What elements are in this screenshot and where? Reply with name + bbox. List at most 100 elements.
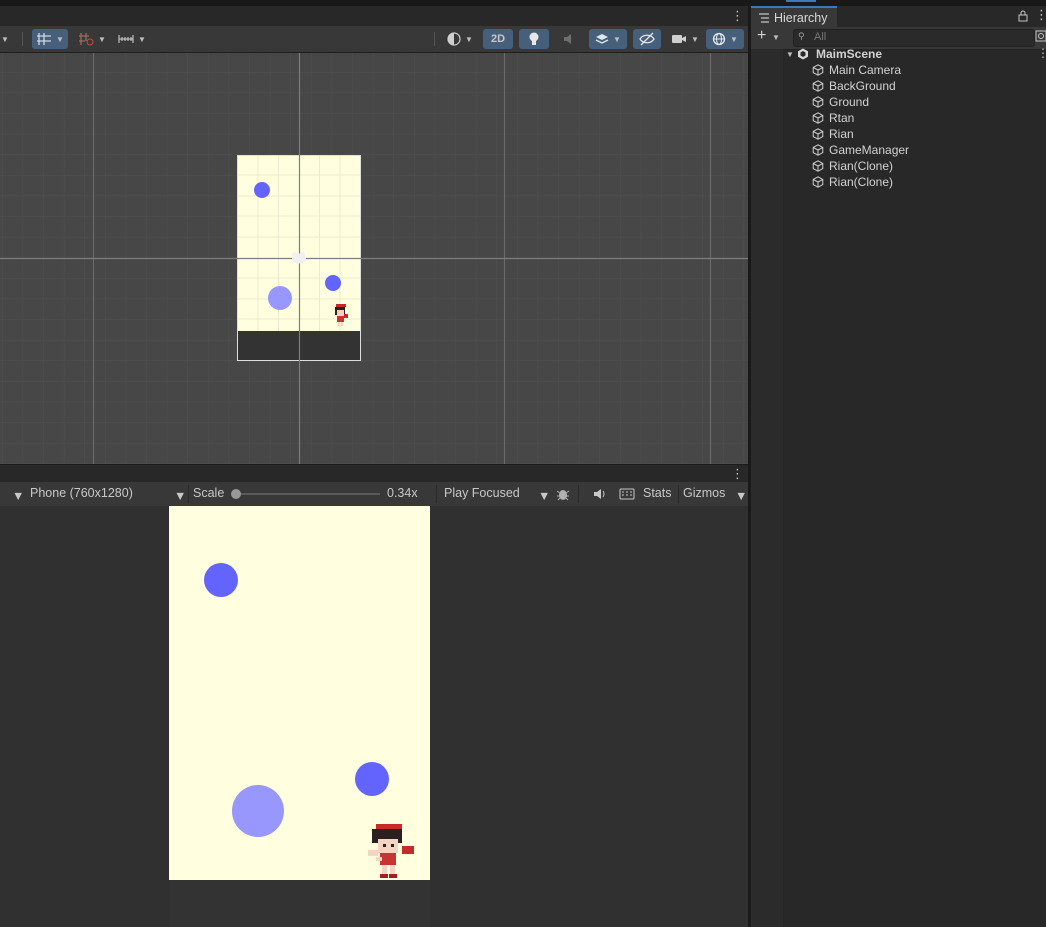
hierarchy-item[interactable]: Main Camera: [751, 62, 1046, 78]
speaker-icon: [594, 489, 605, 499]
game-viewport[interactable]: [0, 506, 748, 927]
scale-slider[interactable]: [231, 489, 380, 499]
ruler-icon: [118, 35, 134, 43]
toolbar-divider: [578, 485, 579, 503]
hierarchy-item-label: Rian: [829, 127, 854, 141]
resolution-label: Phone (760x1280): [30, 486, 133, 500]
hierarchy-item[interactable]: Ground: [751, 94, 1046, 110]
scene-ball[interactable]: [325, 275, 341, 291]
ruler-toggle[interactable]: ▼: [116, 29, 148, 49]
hierarchy-item-label: Main Camera: [829, 63, 902, 77]
stats-button[interactable]: Stats: [643, 486, 672, 500]
search-placeholder: All: [814, 31, 827, 43]
camera-icon: [672, 35, 687, 43]
scale-label: Scale: [193, 486, 225, 500]
shortcuts-button[interactable]: [616, 485, 638, 503]
game-ball: [204, 563, 238, 597]
hierarchy-panel: Hierarchy ⋮ + ▼ ⚲ All ▼ MaimScene ⋮ Main…: [750, 6, 1046, 927]
game-tab-bar: ⋮: [0, 464, 748, 483]
game-ground: [169, 880, 430, 927]
gameobject-cube-icon: [812, 96, 824, 108]
hierarchy-item[interactable]: Rian(Clone): [751, 158, 1046, 174]
mute-audio-button[interactable]: [590, 485, 612, 503]
hierarchy-item-label: Rtan: [829, 111, 855, 125]
audio-toggle[interactable]: [556, 29, 582, 49]
scene-row[interactable]: ▼ MaimScene ⋮: [751, 46, 1046, 62]
lock-icon[interactable]: [1018, 10, 1028, 22]
lightbulb-icon: [529, 32, 539, 45]
toolbar-divider: [436, 485, 437, 503]
hierarchy-list-icon: [759, 13, 769, 23]
scene-name: MaimScene: [816, 47, 883, 61]
unity-scene-icon: [798, 48, 808, 60]
hierarchy-item-label: BackGround: [829, 79, 896, 93]
scene-tab-bar: ⋮: [0, 6, 748, 26]
gizmos-chevron-down-icon[interactable]: ▼: [735, 489, 747, 503]
toolbar-divider: [678, 485, 679, 503]
snap-increment-icon: [79, 33, 94, 46]
hierarchy-menu-icon[interactable]: ⋮: [1035, 7, 1046, 23]
game-canvas: [0, 506, 748, 927]
hierarchy-search-field[interactable]: ⚲ All: [793, 29, 1035, 47]
gameobject-cube-icon: [812, 144, 824, 156]
hierarchy-tab-label: Hierarchy: [774, 11, 828, 25]
scene-ball[interactable]: [268, 286, 292, 310]
scale-value: 0.34x: [387, 486, 418, 500]
grid-snapping-toggle[interactable]: ▼: [32, 29, 68, 49]
scene-panel: ⋮ ▼ ▼ ▼ ▼ ▼ 2D ▼ ▼ ▼: [0, 6, 748, 464]
gizmos-dropdown[interactable]: ▼: [706, 29, 744, 49]
hierarchy-item[interactable]: Rian: [751, 126, 1046, 142]
effects-dropdown[interactable]: ▼: [589, 29, 627, 49]
expand-arrow-icon[interactable]: ▼: [786, 50, 794, 59]
chevron-down-icon: ▼: [174, 489, 187, 503]
camera-dropdown[interactable]: ▼: [667, 29, 703, 49]
gameobject-cube-icon: [812, 112, 824, 124]
hierarchy-tab[interactable]: Hierarchy: [751, 6, 837, 27]
keyboard-icon: [619, 488, 635, 500]
hierarchy-item[interactable]: BackGround: [751, 78, 1046, 94]
scene-viewport[interactable]: [0, 53, 748, 464]
mode-2d-toggle[interactable]: 2D: [483, 29, 513, 49]
scene-menu-icon[interactable]: ⋮: [1037, 46, 1046, 60]
gameobject-cube-icon: [812, 128, 824, 140]
layers-icon: [595, 34, 609, 44]
game-panel-menu-icon[interactable]: ⋮: [731, 466, 744, 482]
chevron-down-icon: ▼: [538, 489, 551, 503]
create-dropdown[interactable]: + ▼: [755, 27, 785, 47]
active-tab-accent: [786, 0, 816, 2]
shading-sphere-icon: [447, 32, 461, 46]
scale-slider-thumb[interactable]: [231, 489, 241, 499]
toolbar-divider: [188, 485, 189, 503]
increment-snap-toggle[interactable]: ▼: [74, 29, 110, 49]
frame-debugger-button[interactable]: [552, 485, 574, 503]
audio-mute-icon: [564, 34, 571, 44]
hierarchy-item[interactable]: Rian(Clone): [751, 174, 1046, 190]
search-type-button[interactable]: [1035, 30, 1046, 44]
scene-ball[interactable]: [254, 182, 270, 198]
hierarchy-item[interactable]: GameManager: [751, 142, 1046, 158]
game-toolbar: ▼ Phone (760x1280) ▼ Scale 0.34x Play Fo…: [0, 482, 748, 507]
toolbar-divider: [22, 32, 23, 46]
grid-snap-icon: [37, 33, 52, 45]
plus-icon: +: [757, 27, 767, 44]
display-select-caret-icon[interactable]: ▼: [12, 489, 24, 503]
hierarchy-item-label: Ground: [829, 95, 870, 109]
hierarchy-item[interactable]: Rtan: [751, 110, 1046, 126]
game-ball: [232, 785, 284, 837]
lighting-toggle[interactable]: [519, 29, 549, 49]
chevron-down-icon: ▼: [772, 33, 780, 42]
hierarchy-tree: ▼ MaimScene ⋮ Main Camera BackGround Gro…: [751, 46, 1046, 927]
bug-icon: [556, 490, 570, 501]
scene-panel-menu-icon[interactable]: ⋮: [731, 8, 744, 24]
visibility-toggle[interactable]: [633, 29, 661, 49]
gameobject-cube-icon: [812, 160, 824, 172]
view-options-dropdown[interactable]: ▼: [0, 29, 10, 49]
draw-mode-dropdown[interactable]: ▼: [442, 29, 478, 49]
scene-toolbar: ▼ ▼ ▼ ▼ ▼ 2D ▼ ▼ ▼: [0, 26, 748, 53]
gizmos-button[interactable]: Gizmos: [683, 486, 725, 500]
play-mode-dropdown[interactable]: Play Focused ▼: [438, 482, 550, 506]
gameobject-cube-icon: [812, 176, 824, 188]
toolbar-divider: [434, 32, 435, 46]
scene-canvas: [0, 53, 748, 464]
resolution-dropdown[interactable]: Phone (760x1280) ▼: [24, 482, 188, 506]
